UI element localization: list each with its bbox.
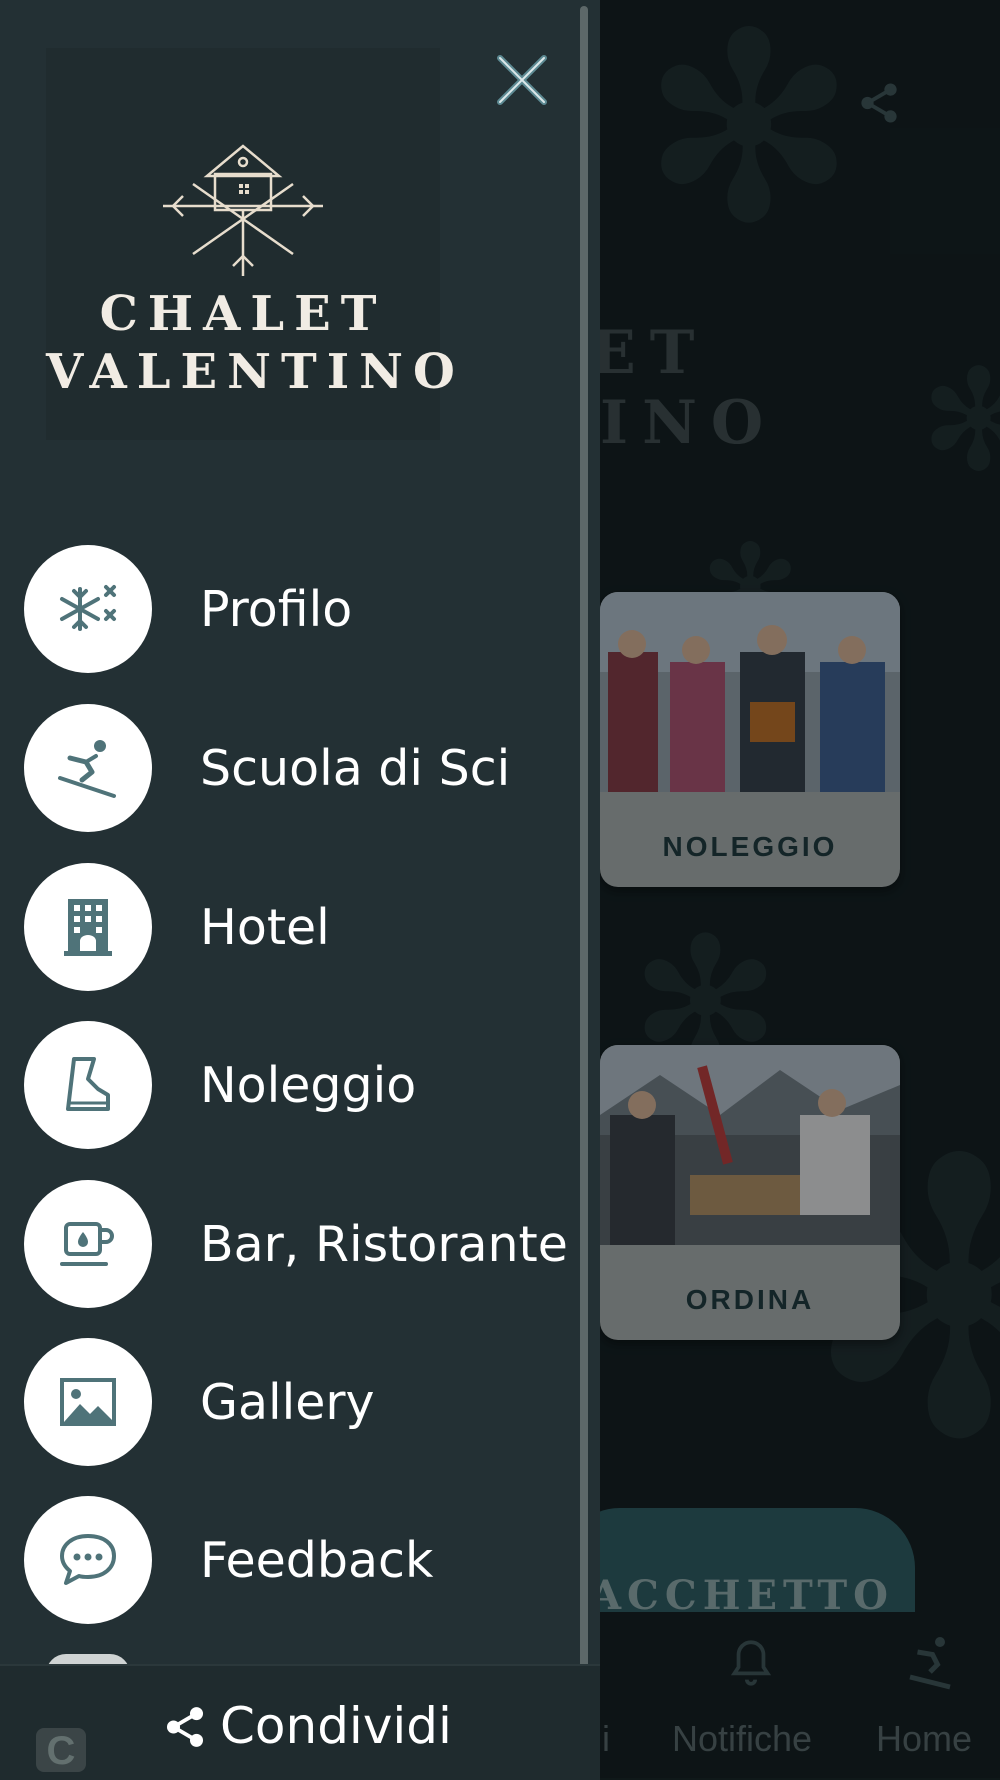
menu-item-label: Gallery (200, 1374, 375, 1431)
close-button[interactable] (494, 52, 550, 108)
coffee-cup-icon (60, 1222, 114, 1266)
menu-item-label: Feedback (200, 1532, 434, 1589)
ski-boot-icon (66, 1057, 110, 1111)
menu-item-bar-ristorante[interactable]: Bar, Ristorante (24, 1180, 584, 1310)
menu-item-label: Bar, Ristorante (200, 1216, 568, 1273)
menu-icon-circle (24, 1021, 152, 1149)
share-label: Condividi (220, 1697, 452, 1755)
menu-item-gallery[interactable]: Gallery (24, 1338, 584, 1468)
menu-item-feedback[interactable]: Feedback (24, 1496, 584, 1626)
menu-icon-circle (24, 704, 152, 832)
image-icon (60, 1378, 116, 1426)
brand-name-line1: CHALET (99, 286, 387, 342)
brand-name-line2: VALENTINO (46, 344, 465, 400)
menu-icon-circle (24, 1338, 152, 1466)
menu-item-label: Noleggio (200, 1057, 417, 1114)
menu-item-label: Hotel (200, 899, 330, 956)
menu-item-label: Scuola di Sci (200, 740, 511, 797)
menu-icon-circle (24, 1180, 152, 1308)
menu-icon-circle (24, 1496, 152, 1624)
share-icon (166, 1707, 204, 1747)
menu-icon-circle (24, 863, 152, 991)
menu-item-scuola-di-sci[interactable]: Scuola di Sci (24, 704, 584, 834)
close-icon (497, 55, 547, 105)
app-builder-logo: C (36, 1728, 86, 1773)
drawer-footer: C Condividi (0, 1664, 600, 1780)
chat-bubble-icon (60, 1534, 116, 1585)
hotel-icon (64, 899, 112, 956)
skier-icon (58, 740, 116, 798)
menu-item-profilo[interactable]: Profilo (24, 545, 584, 675)
menu-item-noleggio[interactable]: Noleggio (24, 1021, 584, 1151)
menu-item-hotel[interactable]: Hotel (24, 863, 584, 993)
snowflake-icon (60, 585, 116, 631)
menu-icon-circle (24, 545, 152, 673)
menu-item-label: Profilo (200, 581, 353, 638)
chalet-snowflake-logo-icon (163, 144, 323, 276)
brand-logo: CHALET VALENTINO (46, 48, 465, 440)
navigation-drawer: CHALET VALENTINO Profilo Scuola di Sci H… (0, 0, 600, 1780)
